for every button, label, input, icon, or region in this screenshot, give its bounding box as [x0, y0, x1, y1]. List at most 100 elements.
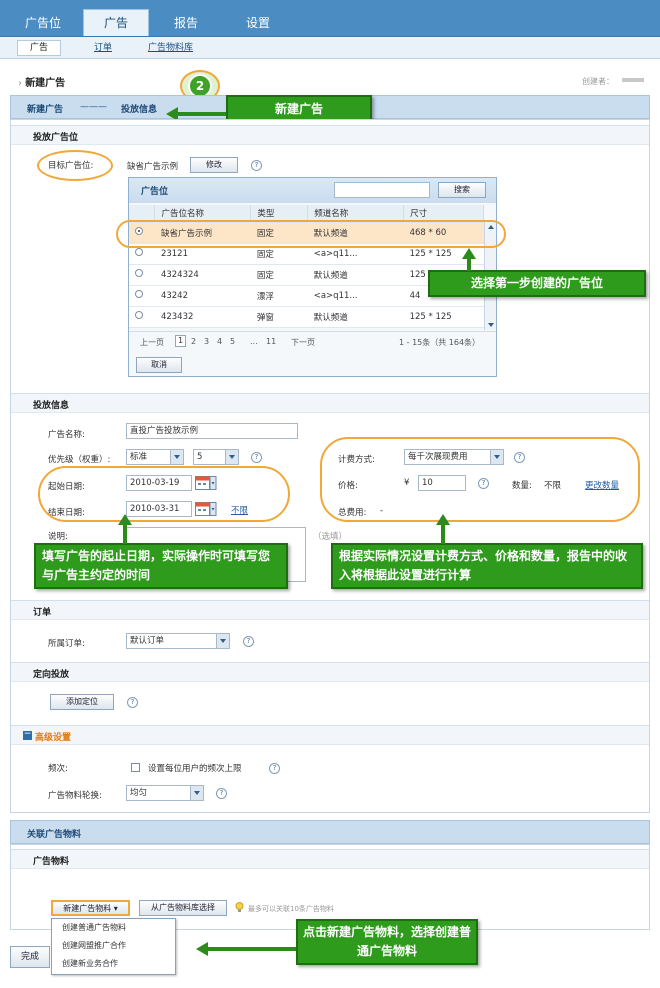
pager-page[interactable]: 5	[230, 337, 235, 346]
help-icon[interactable]: ?	[251, 452, 262, 463]
frequency-checkbox[interactable]	[131, 763, 140, 772]
lightbulb-icon	[235, 902, 244, 913]
scroll-down-icon[interactable]	[488, 323, 494, 327]
order-select[interactable]: 默认订单	[126, 633, 230, 649]
menu-item-create-new-business[interactable]: 创建新业务合作	[52, 955, 175, 973]
description-label: 说明:	[48, 532, 68, 542]
callout-select-slot: 选择第一步创建的广告位	[428, 270, 646, 297]
frequency-checkbox-label: 设置每位用户的频次上限	[148, 764, 242, 774]
advanced-section-title: 高级设置	[35, 733, 72, 743]
material-tip: 最多可以关联10条广告物料	[248, 905, 334, 913]
arrowhead-up-icon	[436, 514, 450, 525]
priority-select[interactable]: 标准	[126, 449, 184, 465]
target-slot-value: 缺省广告示例	[127, 162, 179, 172]
highlight-dates	[38, 466, 290, 522]
pager-next[interactable]: 下一页	[291, 337, 315, 348]
info-section-title: 投放信息	[33, 401, 70, 411]
chevron-down-icon	[170, 450, 183, 464]
add-targeting-button[interactable]: 添加定位	[50, 694, 114, 710]
modify-button[interactable]: 修改	[190, 157, 238, 173]
subnav-orders[interactable]: 订单	[94, 41, 112, 56]
chevron-down-icon	[216, 634, 229, 648]
priority-value: 标准	[130, 452, 148, 462]
order-section-head	[11, 600, 649, 620]
highlight-selected-row	[116, 220, 506, 248]
crumb-new-ad: 新建广告	[27, 105, 64, 115]
row-radio[interactable]	[135, 248, 143, 256]
cell-name: 4324324	[154, 264, 251, 286]
collapse-icon[interactable]: −	[23, 730, 32, 740]
row-radio[interactable]	[135, 290, 143, 298]
advanced-section-head	[11, 725, 649, 745]
creator-name-masked	[622, 78, 644, 82]
pager-ellipsis: ...	[250, 337, 258, 346]
arrow-left-icon	[206, 947, 296, 951]
finish-button[interactable]: 完成	[10, 946, 50, 968]
menu-item-create-union[interactable]: 创建网盟推广合作	[52, 937, 175, 955]
pager-page[interactable]: 3	[204, 337, 209, 346]
rotation-select[interactable]: 均匀	[126, 785, 204, 801]
pager-page[interactable]: 4	[217, 337, 222, 346]
highlight-pricing	[320, 437, 640, 522]
new-material-button[interactable]: 新建广告物料 ▾	[51, 900, 130, 916]
cell-name: 423432	[154, 306, 251, 328]
frequency-label: 频次:	[48, 764, 68, 774]
row-radio[interactable]	[135, 311, 143, 319]
help-icon[interactable]: ?	[127, 697, 138, 708]
help-icon[interactable]: ?	[243, 636, 254, 647]
row-radio[interactable]	[135, 269, 143, 277]
arrow-up-icon	[467, 258, 471, 271]
cell-type: 漂浮	[250, 285, 308, 307]
arrowhead-left-icon	[196, 942, 208, 956]
cell-name: 43242	[154, 285, 251, 307]
help-icon[interactable]: ?	[269, 763, 280, 774]
cell-type: 弹窗	[250, 306, 308, 328]
table-row[interactable]: 423432 弹窗 默认频道 125 * 125	[129, 306, 484, 328]
help-icon[interactable]: ?	[216, 788, 227, 799]
slot-section-title: 投放广告位	[33, 133, 79, 143]
cell-size: 125 * 125	[403, 306, 484, 328]
subnav-ads[interactable]: 广告	[17, 40, 62, 56]
creator-label: 创建者：	[582, 77, 614, 86]
tab-ads[interactable]: 广告	[83, 9, 149, 36]
arrow-up-icon	[123, 525, 127, 544]
order-label: 所属订单:	[48, 639, 85, 649]
priority-label: 优先级（权重）:	[48, 455, 111, 465]
ad-name-label: 广告名称:	[48, 430, 85, 440]
cancel-button[interactable]: 取消	[136, 357, 182, 373]
pager-page[interactable]: 2	[191, 337, 196, 346]
chevron-down-icon: ▾	[113, 904, 118, 913]
slot-search-input[interactable]	[334, 182, 430, 198]
search-button[interactable]: 搜索	[438, 182, 486, 198]
callout-pricing: 根据实际情况设置计费方式、价格和数量，报告中的收入将根据此设置进行计算	[331, 543, 643, 589]
top-nav: 广告位 广告 报告 设置	[0, 0, 660, 37]
info-section-head	[11, 393, 649, 413]
page-title-text: 新建广告	[25, 78, 66, 89]
tab-ad-slots[interactable]: 广告位	[13, 10, 73, 37]
crumb-separator: ———	[80, 102, 107, 112]
chevron-down-icon	[225, 450, 238, 464]
targeting-section-head	[11, 662, 649, 682]
slot-section-head	[11, 125, 649, 145]
pager-page-current[interactable]: 1	[175, 335, 186, 347]
help-icon[interactable]: ?	[251, 160, 262, 171]
description-hint: （选填）	[313, 532, 348, 542]
weight-select[interactable]: 5	[193, 449, 239, 465]
rotation-label: 广告物料轮换:	[48, 791, 102, 801]
ad-name-input[interactable]: 直投广告投放示例	[126, 423, 298, 439]
callout-material: 点击新建广告物料，选择创建普通广告物料	[296, 919, 478, 965]
subnav-material-library[interactable]: 广告物料库	[148, 41, 193, 56]
new-material-label: 新建广告物料	[63, 904, 112, 913]
pager-prev[interactable]: 上一页	[140, 337, 164, 348]
cell-channel: 默认频道	[307, 264, 404, 286]
material-section-head	[11, 849, 649, 869]
tab-settings[interactable]: 设置	[228, 10, 288, 37]
tab-reports[interactable]: 报告	[156, 10, 216, 37]
from-library-button[interactable]: 从广告物料库选择	[139, 900, 227, 916]
material-section-title: 广告物料	[33, 857, 70, 867]
menu-item-create-normal[interactable]: 创建普通广告物料	[52, 919, 175, 937]
pager-page[interactable]: 11	[266, 337, 276, 346]
pager-summary: 1 - 15条（共 164条）	[399, 338, 481, 347]
callout-dates: 填写广告的起止日期，实际操作时可填写您与广告主约定的时间	[34, 543, 288, 589]
slot-picker-title: 广告位	[141, 187, 169, 197]
